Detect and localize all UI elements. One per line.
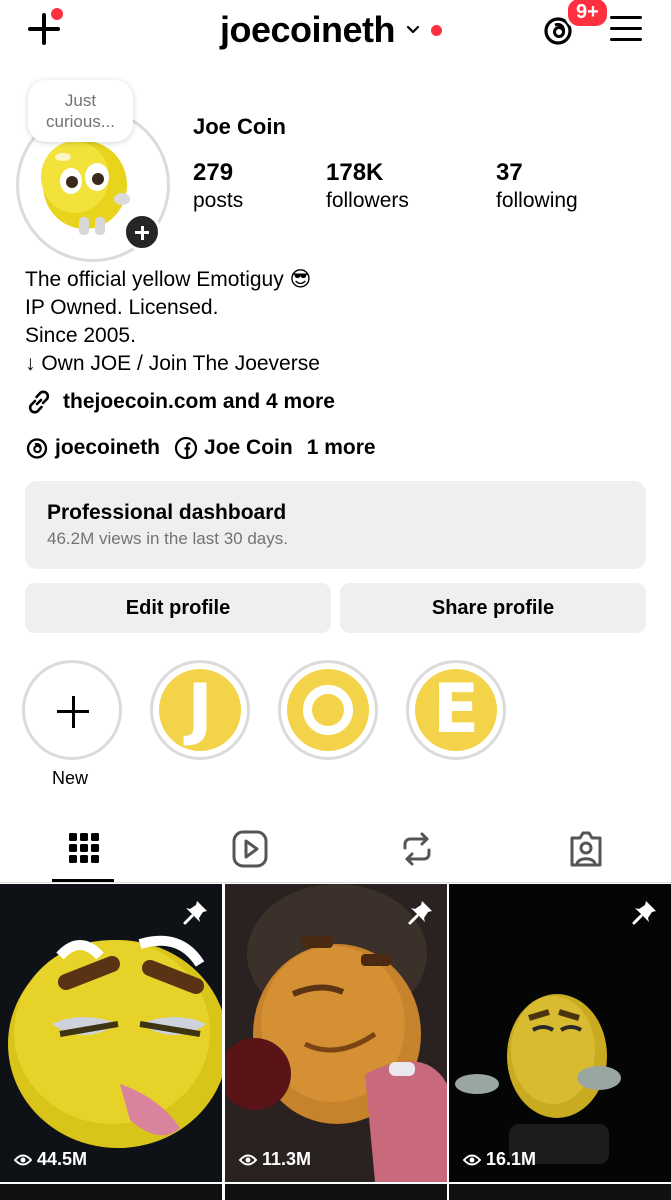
highlight-label: New bbox=[52, 768, 89, 788]
create-button[interactable] bbox=[26, 8, 66, 50]
stat-value: 178K bbox=[326, 159, 384, 186]
stat-label: followers bbox=[326, 189, 409, 212]
chevron-down-icon bbox=[406, 25, 420, 34]
post-thumbnail bbox=[449, 884, 671, 1182]
highlight-letter: J bbox=[187, 670, 213, 749]
pin-icon bbox=[183, 901, 207, 925]
view-count: 11.3M bbox=[239, 1149, 311, 1170]
grid-icon[interactable] bbox=[65, 828, 105, 870]
link-icon bbox=[28, 390, 50, 414]
display-name: Joe Coin bbox=[193, 114, 286, 139]
stat-value: 37 bbox=[496, 159, 523, 186]
dashboard-title: Professional dashboard bbox=[47, 501, 287, 524]
pin-icon bbox=[408, 901, 432, 925]
bio: The official yellow Emotiguy 😎 IP Owned.… bbox=[25, 266, 320, 378]
post-tile-partial[interactable] bbox=[225, 1184, 447, 1200]
menu-icon-line bbox=[610, 16, 642, 19]
facebook-link[interactable]: Joe Coin bbox=[204, 436, 293, 460]
tabs-divider bbox=[0, 882, 671, 883]
note-line: curious... bbox=[46, 112, 115, 131]
stat-value: 279 bbox=[193, 159, 234, 186]
menu-button[interactable] bbox=[610, 14, 644, 44]
post-tile[interactable]: 44.5M bbox=[0, 884, 222, 1182]
highlight-cover: J bbox=[159, 669, 241, 751]
post-thumbnail bbox=[225, 884, 447, 1182]
highlight-j[interactable]: J bbox=[150, 660, 250, 760]
professional-dashboard[interactable]: Professional dashboard 46.2M views in th… bbox=[25, 481, 646, 569]
highlight-o-ring bbox=[303, 685, 353, 735]
post-tile-partial[interactable] bbox=[449, 1184, 671, 1200]
post-tile[interactable]: 11.3M bbox=[225, 884, 447, 1182]
dashboard-subtitle: 46.2M views in the last 30 days. bbox=[47, 529, 288, 548]
add-story-button[interactable] bbox=[123, 213, 161, 251]
threads-icon bbox=[26, 438, 48, 459]
username: joecoineth bbox=[220, 9, 396, 50]
facebook-icon bbox=[174, 436, 198, 460]
bio-line: IP Owned. Licensed. bbox=[25, 296, 219, 319]
link-text: thejoecoin.com and 4 more bbox=[63, 390, 335, 413]
bio-links[interactable]: thejoecoin.com and 4 more bbox=[25, 388, 335, 416]
stat-label: posts bbox=[193, 189, 244, 212]
menu-icon-line bbox=[610, 27, 642, 30]
menu-icon-line bbox=[610, 38, 642, 41]
post-tile[interactable]: 16.1M bbox=[449, 884, 671, 1182]
plus-icon-v bbox=[140, 225, 144, 240]
notification-dot bbox=[51, 8, 63, 20]
bio-line: Since 2005. bbox=[25, 324, 136, 347]
highlight-o[interactable] bbox=[278, 660, 378, 760]
highlight-cover bbox=[287, 669, 369, 751]
stat-label: following bbox=[496, 189, 578, 212]
tagged-icon[interactable] bbox=[566, 828, 606, 870]
view-count-text: 11.3M bbox=[262, 1149, 312, 1169]
account-switcher[interactable]: joecoineth bbox=[220, 8, 443, 52]
view-count: 16.1M bbox=[463, 1149, 536, 1170]
reposts-icon[interactable] bbox=[397, 828, 437, 870]
posts-count[interactable]: 279 posts bbox=[193, 158, 243, 214]
profile-note[interactable]: Just curious... bbox=[28, 80, 133, 142]
highlight-new[interactable] bbox=[22, 660, 122, 760]
bio-line: ↓ Own JOE / Join The Joeverse bbox=[25, 352, 320, 375]
highlight-letter: E bbox=[432, 670, 480, 749]
share-profile-button[interactable]: Share profile bbox=[340, 583, 646, 633]
highlight-e[interactable]: E bbox=[406, 660, 506, 760]
threads-link[interactable]: joecoineth bbox=[55, 436, 160, 460]
social-links: joecoineth Joe Coin 1 more bbox=[25, 436, 376, 460]
plus-icon-v bbox=[42, 13, 46, 45]
reels-icon[interactable] bbox=[230, 828, 270, 870]
view-count-text: 16.1M bbox=[486, 1149, 537, 1169]
more-links[interactable]: 1 more bbox=[307, 436, 376, 460]
edit-profile-button[interactable]: Edit profile bbox=[25, 583, 331, 633]
view-count: 44.5M bbox=[14, 1149, 87, 1170]
highlight-cover: E bbox=[415, 669, 497, 751]
bio-line: The official yellow Emotiguy 😎 bbox=[25, 268, 312, 291]
eye-icon bbox=[14, 1154, 32, 1165]
following-count[interactable]: 37 following bbox=[496, 158, 578, 214]
view-count-text: 44.5M bbox=[37, 1149, 88, 1169]
note-line: Just bbox=[64, 91, 97, 110]
post-tile-partial[interactable] bbox=[0, 1184, 222, 1200]
threads-badge: 9+ bbox=[565, 0, 610, 29]
pin-icon bbox=[632, 901, 656, 925]
account-notification-dot bbox=[431, 24, 443, 36]
post-thumbnail bbox=[0, 884, 222, 1182]
top-bar: joecoineth 9+ bbox=[0, 0, 671, 70]
eye-icon bbox=[463, 1154, 481, 1165]
followers-count[interactable]: 178K followers bbox=[326, 158, 409, 214]
eye-icon bbox=[239, 1154, 257, 1165]
